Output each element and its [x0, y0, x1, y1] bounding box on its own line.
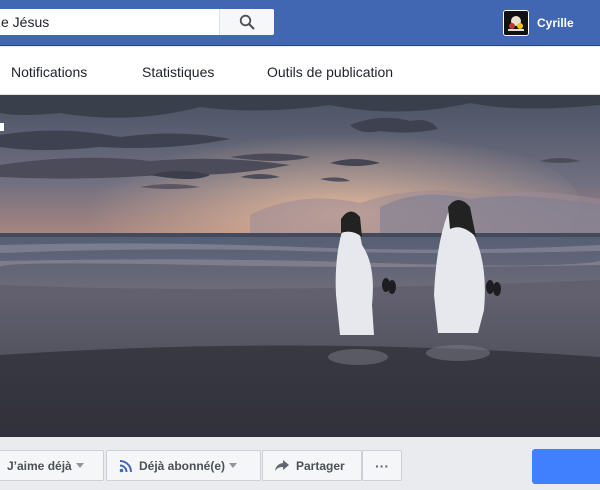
page-action-bar: J’aime déjà Déjà abonné(e) Partager ···	[0, 437, 600, 490]
tab-statistiques[interactable]: Statistiques	[142, 47, 214, 95]
user-name: Cyrille	[537, 16, 574, 30]
more-options-label: ···	[375, 457, 389, 474]
follow-button-label: Déjà abonné(e)	[139, 458, 226, 473]
like-button-label: J’aime déjà	[7, 458, 72, 473]
top-navigation-bar: Cyrille	[0, 0, 600, 46]
cover-photo[interactable]	[0, 95, 600, 437]
like-button[interactable]: J’aime déjà	[0, 450, 104, 481]
share-button-label: Partager	[296, 458, 345, 473]
tab-notifications[interactable]: Notifications	[11, 47, 87, 95]
follow-button[interactable]: Déjà abonné(e)	[106, 450, 261, 481]
more-options-button[interactable]: ···	[362, 450, 402, 481]
search-icon	[239, 14, 255, 30]
caret-down-icon	[75, 463, 84, 468]
search-button[interactable]	[219, 9, 274, 35]
share-button[interactable]: Partager	[262, 450, 362, 481]
profile-link[interactable]: Cyrille	[503, 8, 574, 38]
page-tab-bar: Notifications Statistiques Outils de pub…	[0, 47, 600, 95]
search-input[interactable]	[0, 9, 219, 35]
primary-action-button[interactable]	[532, 449, 600, 484]
avatar	[503, 10, 529, 36]
rss-icon	[119, 459, 133, 473]
tab-outils-de-publication[interactable]: Outils de publication	[267, 47, 393, 95]
caret-down-icon	[229, 463, 238, 468]
share-arrow-icon	[274, 459, 290, 472]
search-box	[0, 9, 274, 35]
